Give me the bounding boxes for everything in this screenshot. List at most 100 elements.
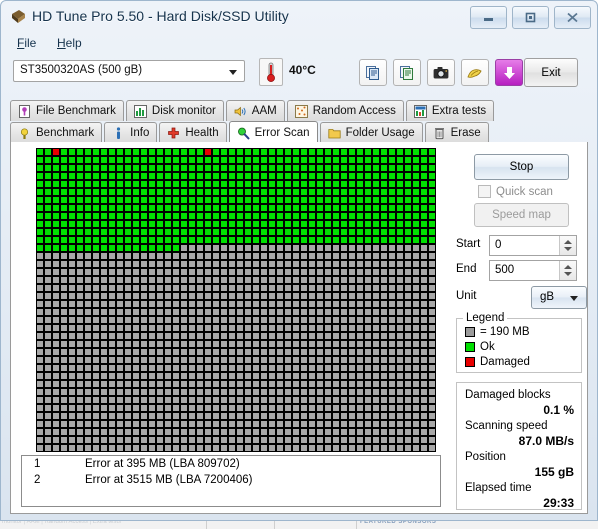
scan-cell	[332, 380, 340, 388]
start-input[interactable]: 0	[489, 235, 577, 256]
download-arrow-icon[interactable]	[495, 59, 523, 86]
drive-select[interactable]: ST3500320AS (500 gB)	[13, 60, 245, 82]
scan-cell	[308, 340, 316, 348]
menu-file[interactable]: File	[11, 35, 42, 51]
error-scan-magnifier-icon	[237, 127, 250, 140]
unit-select[interactable]: gB	[531, 286, 587, 309]
stepper-down-icon[interactable]	[564, 272, 572, 276]
scan-cell	[36, 164, 44, 172]
scan-grid-container[interactable]	[36, 148, 440, 452]
scan-cell	[100, 276, 108, 284]
scan-cell	[428, 364, 436, 372]
tab-aam[interactable]: AAM	[225, 100, 285, 121]
stepper-up-icon[interactable]	[564, 265, 572, 269]
scan-cell	[140, 196, 148, 204]
scan-cell	[244, 364, 252, 372]
scan-cell	[84, 188, 92, 196]
menu-help[interactable]: Help	[51, 35, 88, 51]
scan-grid[interactable]	[36, 148, 436, 452]
scan-cell	[60, 340, 68, 348]
scan-cell	[196, 244, 204, 252]
scan-cell	[44, 420, 52, 428]
tab-benchmark[interactable]: Benchmark	[10, 122, 103, 143]
minimize-button[interactable]	[470, 6, 507, 29]
folder-options-icon[interactable]	[461, 59, 489, 86]
scan-cell	[228, 212, 236, 220]
scan-cell	[260, 332, 268, 340]
list-item[interactable]: 2 Error at 3515 MB (LBA 7200406)	[22, 472, 440, 488]
scan-cell	[316, 148, 324, 156]
scan-cell	[132, 252, 140, 260]
scan-cell	[340, 260, 348, 268]
scan-cell	[204, 156, 212, 164]
stepper-down-icon[interactable]	[564, 247, 572, 251]
scan-cell	[404, 220, 412, 228]
scan-cell	[332, 324, 340, 332]
scan-cell	[44, 308, 52, 316]
scan-cell	[236, 292, 244, 300]
quick-scan-checkbox[interactable]: Quick scan	[478, 185, 553, 198]
tab-info[interactable]: Info	[104, 122, 158, 143]
scan-cell	[68, 444, 76, 452]
start-stepper[interactable]	[559, 236, 576, 255]
tab-file-benchmark[interactable]: File Benchmark	[10, 100, 124, 121]
scan-cell	[396, 308, 404, 316]
scan-cell	[404, 172, 412, 180]
end-stepper[interactable]	[559, 261, 576, 280]
scan-cell	[244, 228, 252, 236]
scan-cell	[348, 212, 356, 220]
stepper-up-icon[interactable]	[564, 240, 572, 244]
tab-erase[interactable]: Erase	[424, 122, 489, 143]
scan-cell	[316, 292, 324, 300]
scan-cell	[188, 380, 196, 388]
scan-cell	[156, 236, 164, 244]
exit-button[interactable]: Exit	[524, 58, 578, 87]
scan-cell	[156, 420, 164, 428]
tab-extra-tests[interactable]: Extra tests	[405, 100, 495, 121]
list-item[interactable]: 1 Error at 395 MB (LBA 809702)	[22, 456, 440, 472]
scan-cell	[124, 196, 132, 204]
scan-cell	[324, 196, 332, 204]
error-list[interactable]: 1 Error at 395 MB (LBA 809702) 2 Error a…	[21, 455, 441, 507]
scan-cell	[172, 404, 180, 412]
scan-cell	[372, 308, 380, 316]
scan-cell	[268, 396, 276, 404]
scan-cell	[276, 276, 284, 284]
tab-error-scan[interactable]: Error Scan	[228, 121, 318, 144]
screenshot-camera-icon[interactable]	[427, 59, 455, 86]
speed-map-button[interactable]: Speed map	[474, 203, 569, 227]
scan-cell	[388, 220, 396, 228]
tab-disk-monitor[interactable]: Disk monitor	[125, 100, 224, 121]
export-icon[interactable]	[393, 59, 421, 86]
scan-cell	[308, 148, 316, 156]
end-input[interactable]: 500	[489, 260, 577, 281]
tab-random-access[interactable]: Random Access	[286, 100, 404, 121]
scan-cell	[332, 364, 340, 372]
scan-cell	[92, 212, 100, 220]
scan-cell	[228, 236, 236, 244]
scan-cell	[276, 268, 284, 276]
scan-cell	[124, 252, 132, 260]
tab-folder-usage[interactable]: Folder Usage	[319, 122, 423, 143]
scan-cell	[404, 436, 412, 444]
scan-cell	[172, 372, 180, 380]
stat-label: Damaged blocks	[465, 389, 551, 401]
stop-button[interactable]: Stop	[474, 154, 569, 180]
scan-cell	[412, 172, 420, 180]
scan-cell	[84, 404, 92, 412]
tab-health[interactable]: Health	[159, 122, 227, 143]
scan-cell	[220, 196, 228, 204]
toolbar: ST3500320AS (500 gB) 40°C Exit	[1, 54, 597, 92]
scan-cell	[340, 228, 348, 236]
scan-cell	[100, 404, 108, 412]
scan-cell	[300, 388, 308, 396]
scan-cell	[108, 220, 116, 228]
maximize-button[interactable]	[512, 6, 549, 29]
scan-cell	[172, 348, 180, 356]
scan-cell	[196, 204, 204, 212]
scan-cell	[324, 164, 332, 172]
scan-cell	[60, 196, 68, 204]
copy-icon[interactable]	[359, 59, 387, 86]
close-button[interactable]	[554, 6, 591, 29]
scan-cell	[412, 228, 420, 236]
